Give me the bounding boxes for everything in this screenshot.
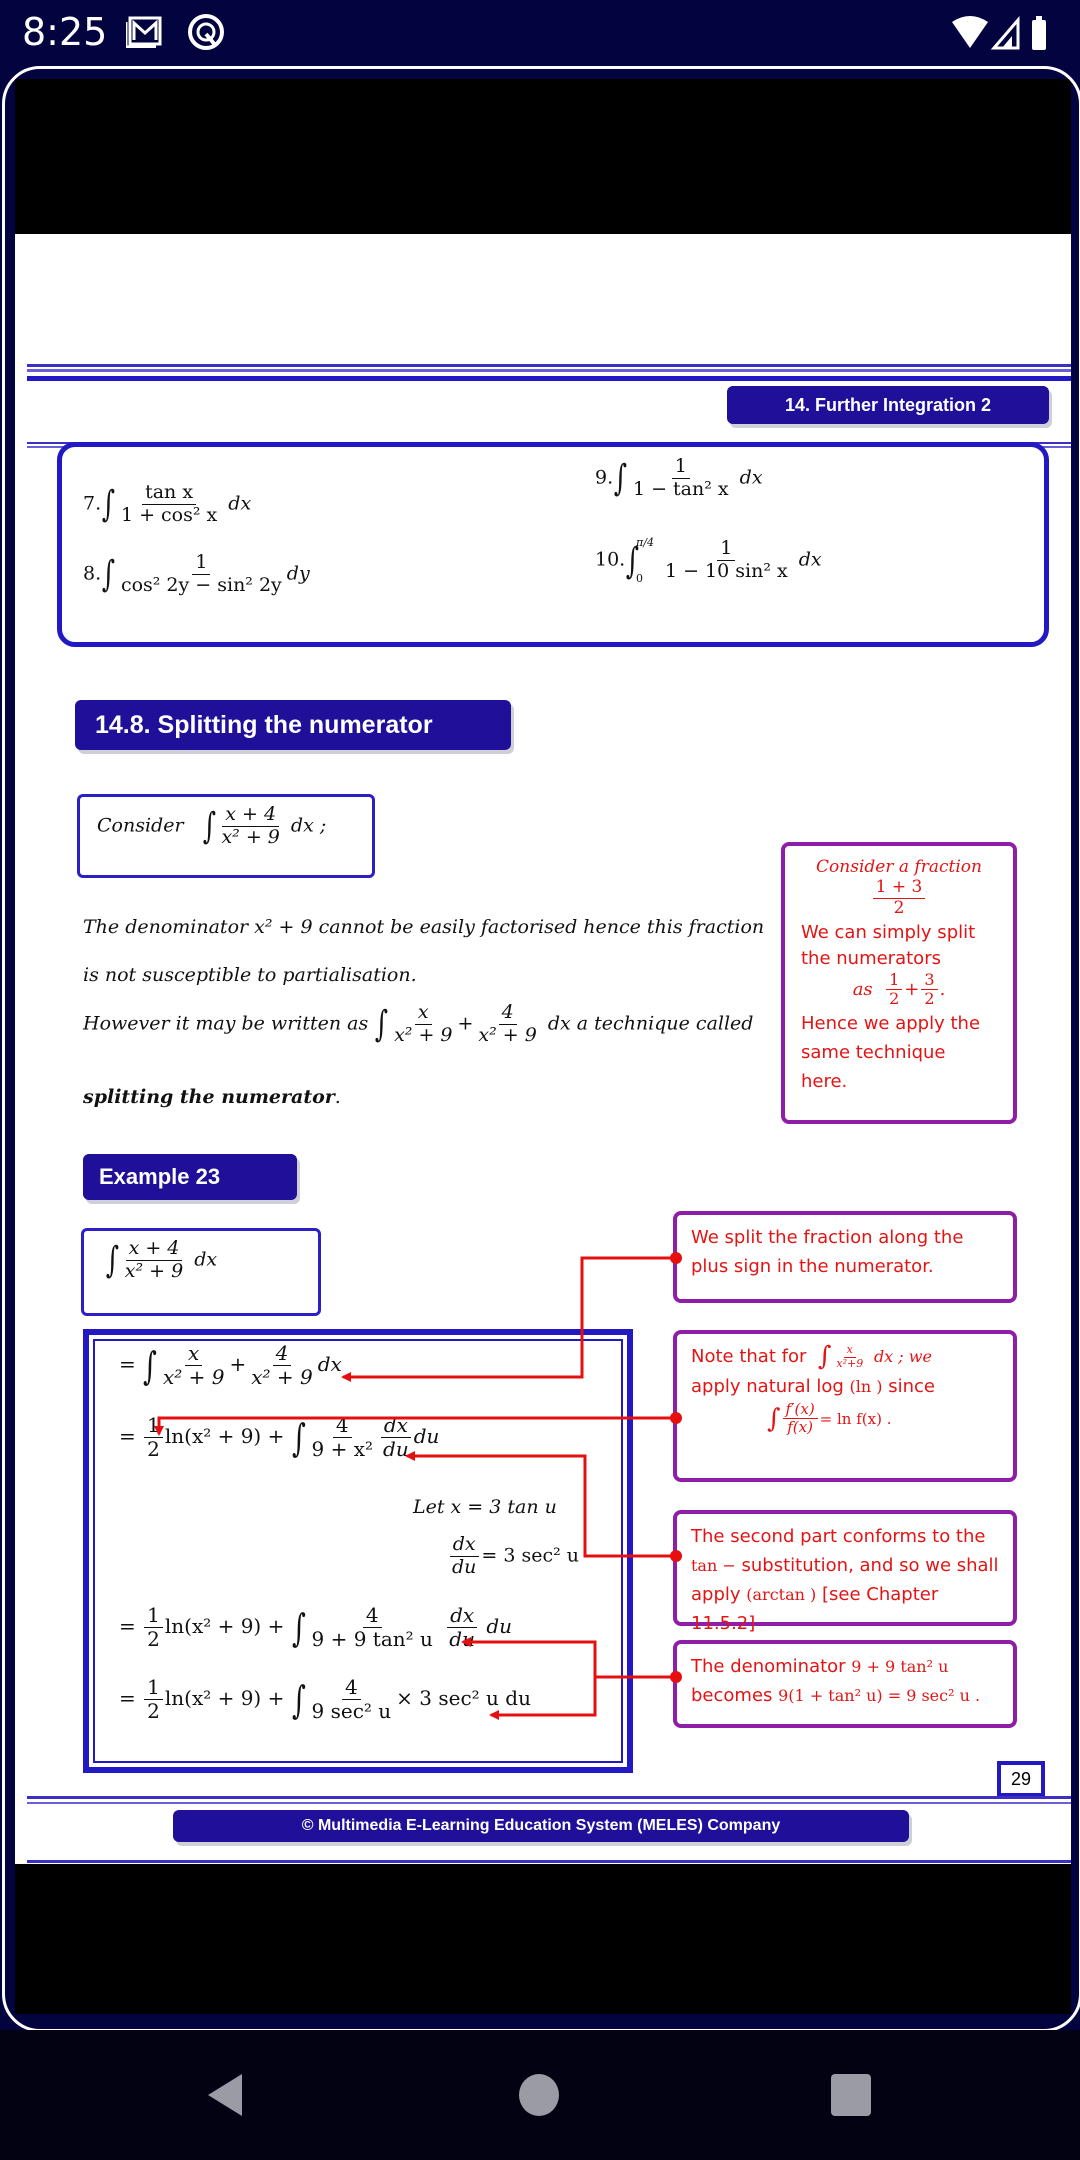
connector-note-4b (489, 1677, 597, 1720)
cell-signal-icon (990, 15, 1020, 50)
connector-note-1 (341, 1256, 675, 1382)
system-status-icons (952, 15, 1046, 50)
recents-icon (831, 2074, 871, 2116)
status-bar: 8:25 (0, 0, 1080, 66)
copyright-banner: © Multimedia E-Learning Education System… (173, 1810, 909, 1842)
annotation-connectors (154, 1252, 682, 1720)
connector-dot (670, 1550, 682, 1562)
page-number: 29 (997, 1761, 1045, 1797)
battery-icon (1032, 16, 1046, 50)
viewer-top-margin (15, 79, 1071, 234)
connector-note-3 (405, 1451, 675, 1558)
wifi-icon (952, 16, 988, 48)
viewer-bottom-margin (15, 1864, 1071, 2014)
connector-dot (670, 1252, 682, 1264)
recents-button[interactable] (826, 2070, 876, 2120)
q-app-icon (188, 14, 224, 50)
home-button[interactable] (514, 2070, 564, 2120)
home-icon (519, 2074, 559, 2116)
document-viewer: 14. Further Integration 2 7.∫ tan x1 + co… (2, 66, 1080, 2032)
back-button[interactable] (200, 2070, 250, 2120)
connector-dot (670, 1671, 682, 1683)
footer-rule (27, 1796, 1071, 1804)
gmail-icon (126, 16, 162, 48)
connector-dot (670, 1412, 682, 1424)
connector-note-4a (461, 1637, 675, 1679)
navigation-bar (0, 2030, 1080, 2160)
document-page[interactable]: 14. Further Integration 2 7.∫ tan x1 + co… (15, 234, 1071, 1867)
status-time: 8:25 (22, 10, 108, 54)
connector-note-2 (154, 1416, 675, 1436)
back-icon (208, 2074, 242, 2116)
